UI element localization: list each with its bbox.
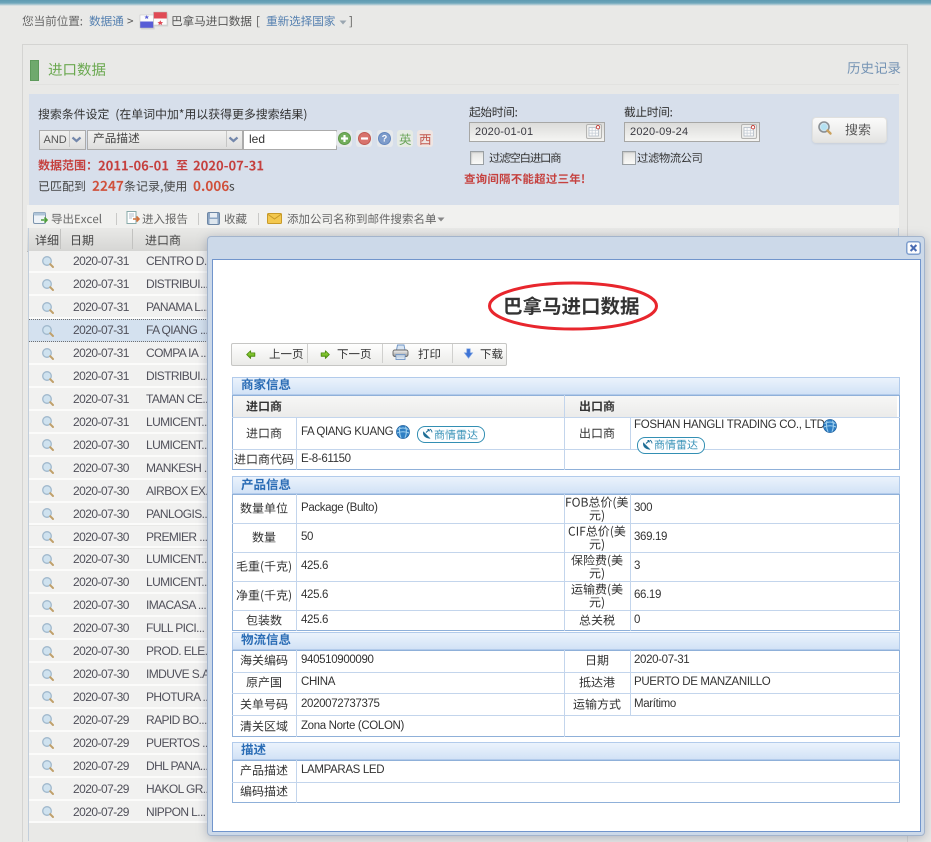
svg-text:?: ? (382, 134, 388, 144)
